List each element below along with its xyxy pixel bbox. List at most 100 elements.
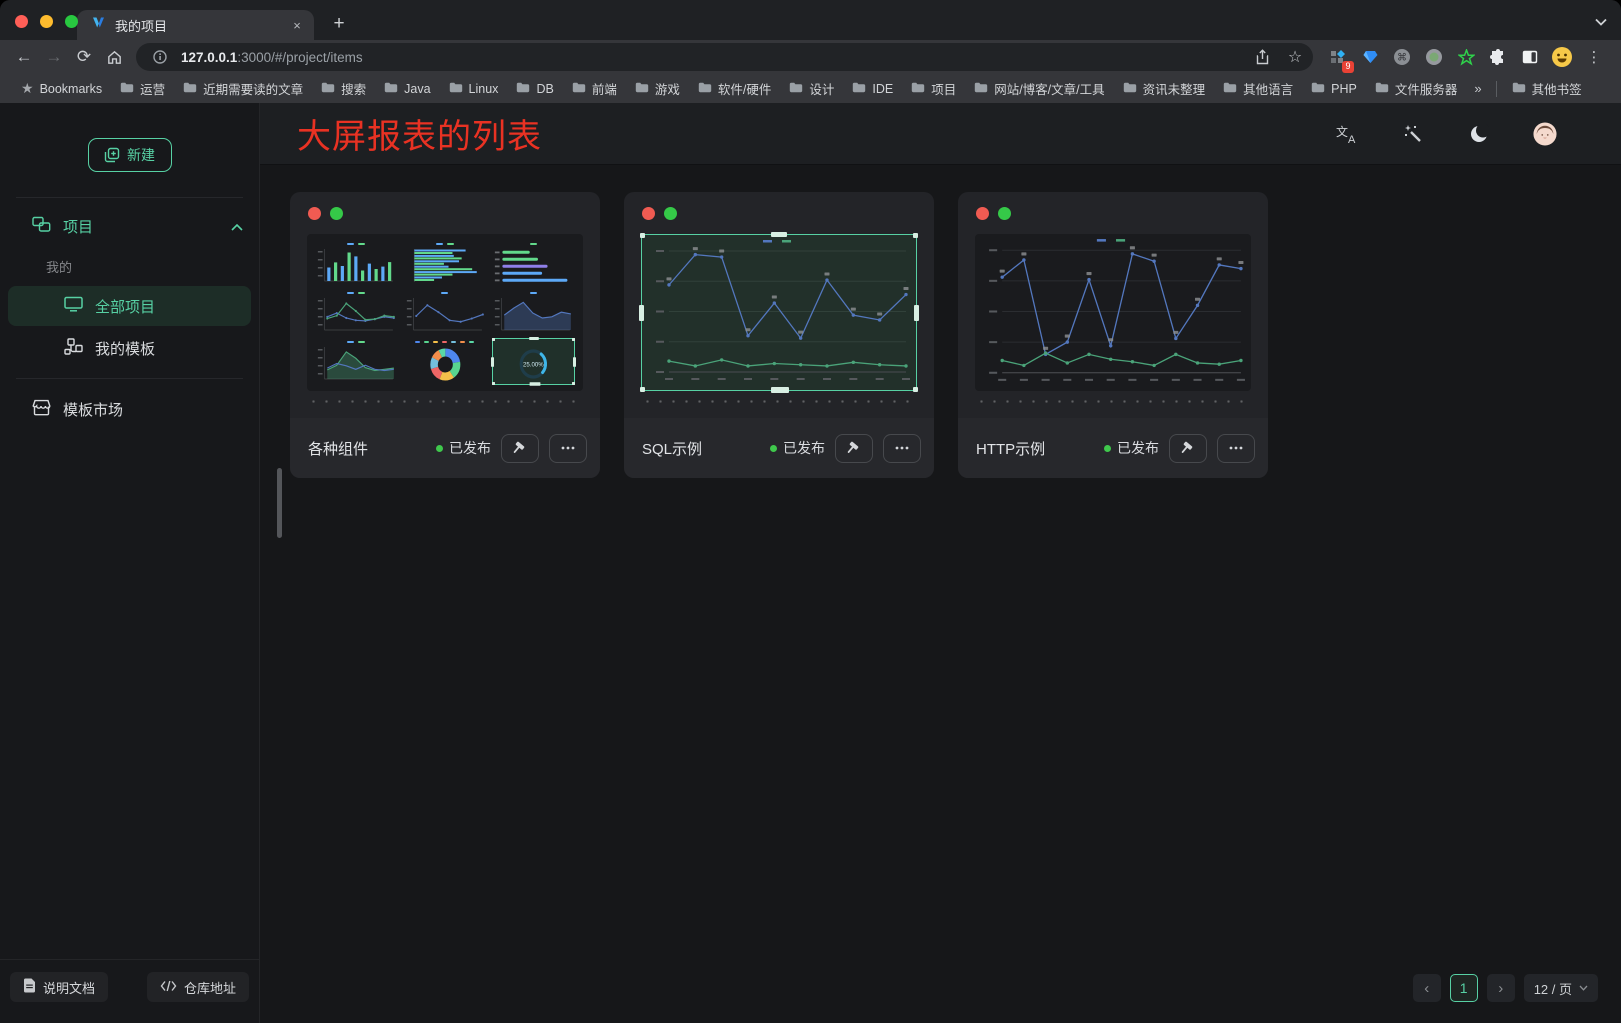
- bookmark-folder[interactable]: 游戏: [626, 76, 689, 101]
- status-label: 已发布: [1117, 438, 1159, 458]
- reload-icon[interactable]: ⟳: [70, 43, 98, 71]
- folder-icon: [516, 82, 530, 96]
- bookmark-folder[interactable]: Linux: [440, 79, 508, 99]
- selection-handle[interactable]: [492, 338, 495, 341]
- selection-handle[interactable]: [639, 305, 644, 321]
- selection-handle[interactable]: [913, 387, 918, 392]
- back-icon[interactable]: ←: [10, 43, 38, 71]
- sidebar-item-my-templates[interactable]: 我的模板: [8, 328, 251, 368]
- browser-menu-kebab-icon[interactable]: ⋮: [1581, 44, 1607, 70]
- bookmark-folder[interactable]: 其他语言: [1214, 76, 1302, 101]
- project-card[interactable]: HTTP示例 已发布: [958, 192, 1268, 478]
- next-page-button[interactable]: ›: [1487, 974, 1515, 1002]
- url-bar[interactable]: 127.0.0.1:3000/#/project/items ☆: [136, 43, 1313, 71]
- selection-handle[interactable]: [640, 233, 645, 238]
- selection-handle[interactable]: [771, 387, 789, 393]
- more-actions-button[interactable]: [1217, 434, 1255, 463]
- bookmark-folder[interactable]: 软件/硬件: [689, 76, 780, 101]
- selection-handle[interactable]: [529, 382, 540, 386]
- selection-handle[interactable]: [572, 382, 575, 385]
- docs-button[interactable]: 说明文档: [10, 972, 108, 1002]
- selection-handle[interactable]: [529, 337, 539, 340]
- tab-close-icon[interactable]: ×: [288, 16, 306, 34]
- extensions-puzzle-icon[interactable]: [1485, 44, 1511, 70]
- sidebar-item-all-projects[interactable]: 全部项目: [8, 286, 251, 326]
- selection-handle[interactable]: [914, 305, 919, 321]
- side-panel-icon[interactable]: [1517, 44, 1543, 70]
- project-card[interactable]: SQL示例 已发布: [624, 192, 934, 478]
- bookmark-folder[interactable]: 文件服务器: [1366, 76, 1467, 101]
- more-actions-button[interactable]: [883, 434, 921, 463]
- bookmark-folder[interactable]: 运营: [111, 76, 174, 101]
- status-dot: [1104, 445, 1111, 452]
- folder-icon: [1375, 82, 1389, 96]
- edit-project-button[interactable]: [501, 434, 539, 463]
- selection-handle[interactable]: [640, 387, 645, 392]
- dark-mode-moon-icon[interactable]: [1467, 122, 1491, 146]
- hammer-icon: [512, 441, 528, 456]
- bookmarks-manager[interactable]: ★ Bookmarks: [12, 77, 111, 100]
- extension-command-icon[interactable]: ⌘: [1389, 44, 1415, 70]
- profile-avatar-icon[interactable]: [1549, 44, 1575, 70]
- home-icon[interactable]: [100, 43, 128, 71]
- bookmark-folder-label: 前端: [592, 79, 617, 98]
- bookmark-folder[interactable]: 设计: [780, 76, 843, 101]
- tab-search-chevron-icon[interactable]: [1595, 13, 1607, 31]
- edit-project-button[interactable]: [835, 434, 873, 463]
- sidebar-footer: 说明文档 仓库地址: [0, 959, 259, 1023]
- folder-icon: [911, 82, 925, 96]
- selection-handle[interactable]: [492, 382, 495, 385]
- window-minimize-button[interactable]: [40, 15, 53, 28]
- extension-grid-icon[interactable]: 9: [1325, 44, 1351, 70]
- selection-handle[interactable]: [771, 232, 787, 237]
- user-avatar[interactable]: [1533, 122, 1557, 146]
- bookmark-folder[interactable]: 近期需要读的文章: [174, 76, 312, 101]
- selection-handle[interactable]: [491, 357, 494, 367]
- project-name: HTTP示例: [976, 438, 1045, 459]
- forward-icon[interactable]: →: [40, 43, 68, 71]
- prev-page-button[interactable]: ‹: [1413, 974, 1441, 1002]
- window-zoom-button[interactable]: [65, 15, 78, 28]
- language-icon[interactable]: 文A: [1335, 122, 1359, 146]
- site-info-icon[interactable]: [148, 45, 172, 69]
- chevron-up-icon[interactable]: [231, 218, 243, 235]
- selection-handle[interactable]: [913, 233, 918, 238]
- bookmarks-overflow-chevron[interactable]: »: [1466, 81, 1489, 96]
- bookmark-folder[interactable]: 搜索: [312, 76, 375, 101]
- folder-icon: [449, 82, 463, 96]
- bookmark-folder[interactable]: 网站/博客/文章/工具: [965, 76, 1113, 101]
- svg-text:A: A: [1348, 134, 1356, 144]
- share-icon[interactable]: [1250, 45, 1274, 69]
- current-page-button[interactable]: 1: [1450, 974, 1478, 1002]
- bookmarks-divider: [1496, 81, 1497, 97]
- repo-button[interactable]: 仓库地址: [147, 972, 249, 1002]
- extension-gem-icon[interactable]: [1357, 44, 1383, 70]
- extension-star-icon[interactable]: [1453, 44, 1479, 70]
- bookmark-folder[interactable]: 前端: [563, 76, 626, 101]
- bookmark-star-icon[interactable]: ☆: [1283, 45, 1307, 69]
- more-actions-button[interactable]: [549, 434, 587, 463]
- selection-handle[interactable]: [573, 357, 576, 367]
- project-card[interactable]: 25.00% 各种组件 已发布: [290, 192, 600, 478]
- magic-wand-icon[interactable]: [1401, 122, 1425, 146]
- bookmark-folder[interactable]: Java: [375, 79, 439, 99]
- browser-tab[interactable]: 我的项目 ×: [77, 10, 314, 40]
- selection-handle[interactable]: [572, 338, 575, 341]
- other-bookmarks-folder[interactable]: 其他书签: [1503, 76, 1591, 101]
- sidebar-section-project[interactable]: 项目: [0, 204, 259, 248]
- bookmark-folder[interactable]: 资讯未整理: [1114, 76, 1215, 101]
- bookmark-folder[interactable]: DB: [507, 79, 562, 99]
- page-size-select[interactable]: 12 / 页: [1524, 974, 1598, 1002]
- window-close-button[interactable]: [15, 15, 28, 28]
- bookmark-folder[interactable]: PHP: [1302, 79, 1366, 99]
- edit-project-button[interactable]: [1169, 434, 1207, 463]
- sidebar-item-template-market[interactable]: 模板市场: [8, 389, 251, 429]
- bookmark-folder-label: 其他语言: [1243, 79, 1293, 98]
- scrollbar-thumb[interactable]: [277, 468, 282, 538]
- extension-circle-icon[interactable]: [1421, 44, 1447, 70]
- new-project-button[interactable]: 新建: [88, 138, 172, 172]
- bookmark-folder[interactable]: IDE: [843, 79, 902, 99]
- sidebar-divider: [16, 197, 243, 198]
- bookmark-folder[interactable]: 项目: [902, 76, 965, 101]
- new-tab-button[interactable]: +: [326, 11, 352, 37]
